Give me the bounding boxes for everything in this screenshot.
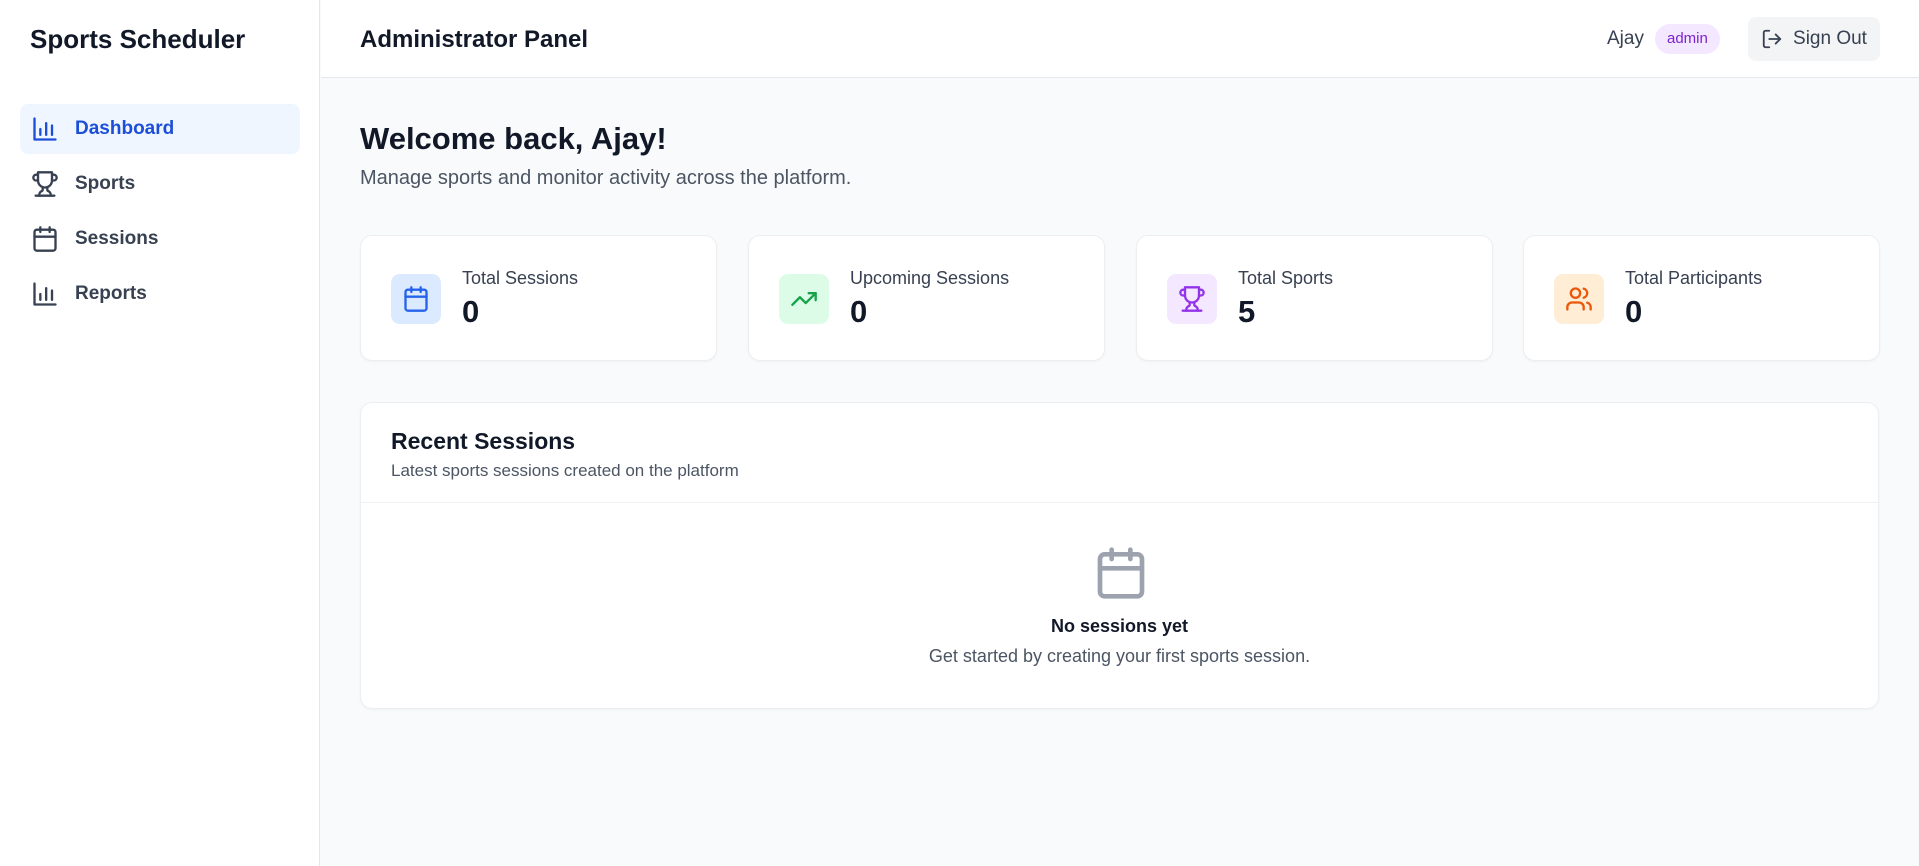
- bar-chart-icon: [30, 114, 60, 144]
- calendar-icon: [1097, 547, 1145, 599]
- stat-value: 5: [1238, 294, 1256, 329]
- stat-value: 0: [462, 294, 480, 329]
- sign-out-label: Sign Out: [1793, 28, 1867, 49]
- calendar-icon: [30, 224, 60, 254]
- sign-out-button[interactable]: Sign Out: [1748, 17, 1880, 61]
- stat-card-total-sessions: Total Sessions 0: [360, 235, 717, 361]
- bar-chart-icon: [30, 279, 60, 309]
- empty-state-subtitle: Get started by creating your first sport…: [928, 646, 1311, 666]
- sidebar-item-label: Sports: [75, 173, 136, 194]
- stat-card-total-sports: Total Sports 5: [1136, 235, 1493, 361]
- trophy-icon: [1167, 274, 1217, 324]
- welcome-subtitle: Manage sports and monitor activity acros…: [360, 167, 852, 189]
- sidebar-item-label: Reports: [75, 283, 147, 304]
- calendar-icon: [391, 274, 441, 324]
- sidebar-item-sessions[interactable]: Sessions: [20, 214, 300, 264]
- sidebar-item-sports[interactable]: Sports: [20, 159, 300, 209]
- stat-value: 0: [1625, 294, 1643, 329]
- recent-sessions-card: Recent Sessions Latest sports sessions c…: [360, 402, 1879, 709]
- recent-sessions-subtitle: Latest sports sessions created on the pl…: [391, 461, 739, 480]
- app-title: Sports Scheduler: [30, 24, 246, 54]
- stat-card-upcoming-sessions: Upcoming Sessions 0: [748, 235, 1105, 361]
- sidebar-item-dashboard[interactable]: Dashboard: [20, 104, 300, 154]
- recent-sessions-title: Recent Sessions: [391, 428, 576, 454]
- log-out-icon: [1762, 29, 1782, 49]
- welcome-title: Welcome back, Ajay!: [360, 121, 667, 156]
- stat-label: Upcoming Sessions: [850, 268, 1010, 288]
- sidebar-nav: Dashboard Sports Sessions Reports: [20, 104, 300, 324]
- user-name: Ajay: [1607, 28, 1644, 49]
- top-bar: Administrator Panel Ajay admin Sign Out: [321, 0, 1919, 78]
- stat-label: Total Participants: [1625, 268, 1763, 288]
- users-icon: [1554, 274, 1604, 324]
- stat-value: 0: [850, 294, 868, 329]
- stat-label: Total Sports: [1238, 268, 1334, 288]
- empty-state-title: No sessions yet: [1050, 616, 1189, 636]
- page-title: Administrator Panel: [360, 26, 589, 53]
- sidebar-item-reports[interactable]: Reports: [20, 269, 300, 319]
- sidebar-item-label: Sessions: [75, 228, 159, 249]
- recent-sessions-header: Recent Sessions Latest sports sessions c…: [361, 403, 1878, 503]
- sidebar: Sports Scheduler Dashboard Sports Sessio…: [0, 0, 320, 866]
- role-badge: admin: [1655, 24, 1720, 54]
- stat-label: Total Sessions: [462, 268, 579, 288]
- trophy-icon: [30, 169, 60, 199]
- sidebar-item-label: Dashboard: [75, 118, 175, 139]
- stat-card-total-participants: Total Participants 0: [1523, 235, 1880, 361]
- trending-up-icon: [779, 274, 829, 324]
